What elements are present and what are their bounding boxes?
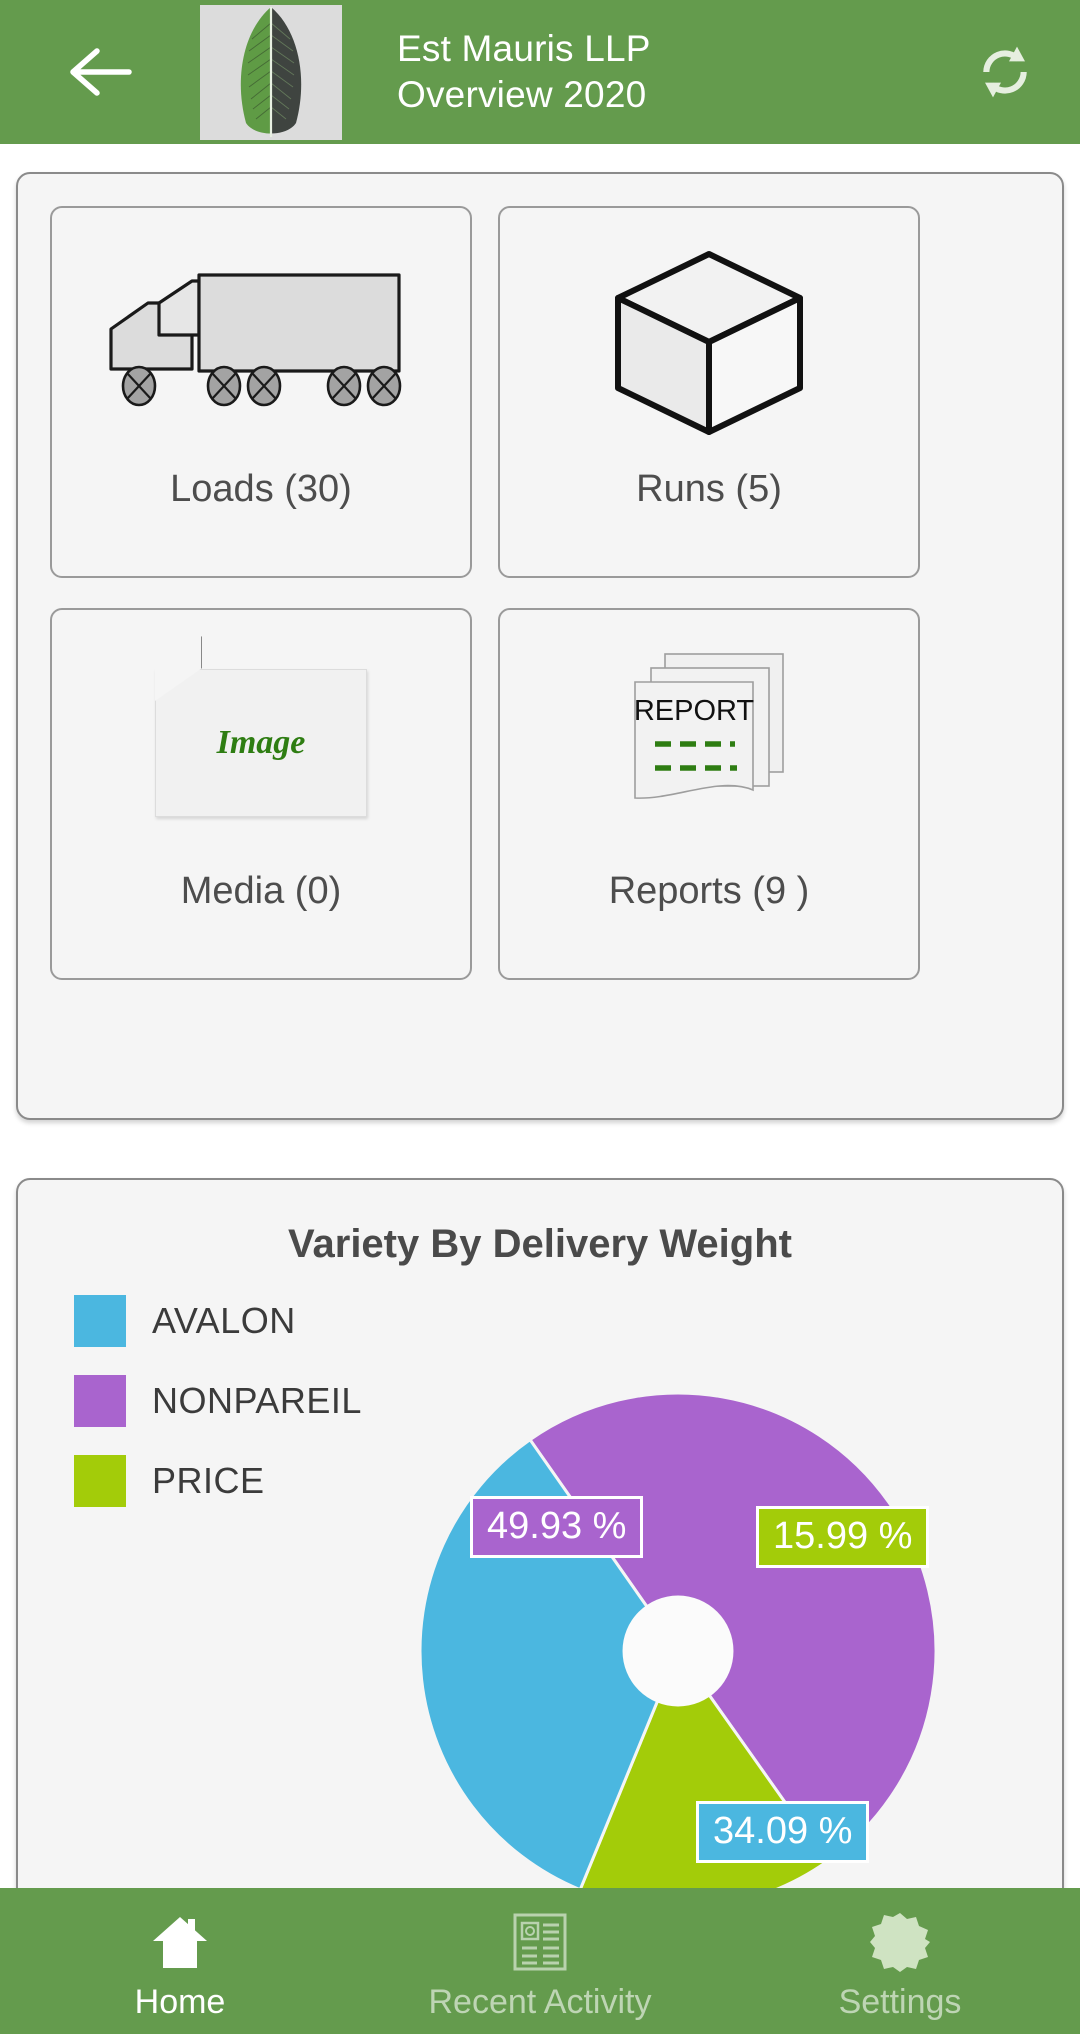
- chart-title: Variety By Delivery Weight: [288, 1222, 792, 1266]
- nav-item-settings[interactable]: Settings: [720, 1888, 1080, 2034]
- nav-label: Settings: [838, 1982, 962, 2021]
- pie-chart[interactable]: 49.93 % 15.99 % 34.09 %: [416, 1346, 1006, 1946]
- donut-hole: [622, 1595, 734, 1707]
- tile-media[interactable]: Image Media (0): [50, 608, 472, 980]
- legend-label: AVALON: [152, 1300, 296, 1341]
- nav-label: Home: [134, 1982, 226, 2021]
- refresh-icon: [983, 46, 1027, 98]
- app-screen: Est Mauris LLP Overview 2020 Loads (30) …: [0, 0, 1080, 2034]
- tile-reports[interactable]: REPORT Reports (9 ): [498, 608, 920, 980]
- page-subtitle: Overview 2020: [397, 74, 647, 115]
- legend-item[interactable]: PRICE: [74, 1450, 362, 1512]
- refresh-button[interactable]: [930, 0, 1080, 144]
- tile-label: Loads (30): [170, 468, 352, 510]
- chart-legend: AVALON NONPAREIL PRICE: [74, 1290, 362, 1530]
- image-placeholder-text: Image: [216, 724, 306, 761]
- header-titles: Est Mauris LLP Overview 2020: [342, 26, 930, 118]
- legend-label: PRICE: [152, 1460, 265, 1501]
- slice-value-label: 49.93 %: [470, 1496, 644, 1558]
- tile-runs[interactable]: Runs (5): [498, 206, 920, 578]
- back-button[interactable]: [0, 0, 200, 144]
- tile-loads[interactable]: Loads (30): [50, 206, 472, 578]
- leaf-logo-icon: [200, 4, 342, 140]
- article-list-icon: [511, 1911, 569, 1973]
- summary-tiles-grid: Loads (30) Runs (5) Image Media (0) REPO…: [50, 206, 1030, 980]
- reports-stack-icon: REPORT: [500, 618, 918, 868]
- home-icon: [150, 1911, 210, 1973]
- tile-label: Runs (5): [636, 468, 782, 510]
- leaf-logo: [200, 4, 342, 140]
- cube-icon: [500, 216, 918, 466]
- truck-icon: [52, 216, 470, 466]
- legend-item[interactable]: NONPAREIL: [74, 1370, 362, 1432]
- nav-label: Recent Activity: [428, 1982, 652, 2021]
- bottom-navigation: Home Recent Activity Settings: [0, 1888, 1080, 2034]
- svg-text:REPORT: REPORT: [634, 695, 755, 727]
- tile-label: Media (0): [180, 870, 342, 912]
- arrow-left-icon: [70, 48, 132, 96]
- chart-panel: Variety By Delivery Weight AVALON NONPAR…: [16, 1178, 1064, 1968]
- legend-label: NONPAREIL: [152, 1380, 362, 1421]
- legend-swatch-icon: [74, 1375, 126, 1427]
- slice-value-label: 34.09 %: [696, 1801, 870, 1863]
- tile-label: Reports (9 ): [608, 870, 810, 912]
- app-header: Est Mauris LLP Overview 2020: [0, 0, 1080, 144]
- legend-swatch-icon: [74, 1295, 126, 1347]
- legend-swatch-icon: [74, 1455, 126, 1507]
- nav-item-home[interactable]: Home: [0, 1888, 360, 2034]
- nav-item-recent-activity[interactable]: Recent Activity: [360, 1888, 720, 2034]
- slice-value-label: 15.99 %: [756, 1506, 930, 1568]
- legend-item[interactable]: AVALON: [74, 1290, 362, 1352]
- gear-icon: [869, 1911, 931, 1973]
- image-placeholder-icon: Image: [52, 618, 470, 868]
- page-title: Est Mauris LLP: [397, 28, 651, 69]
- summary-tiles-panel: Loads (30) Runs (5) Image Media (0) REPO…: [16, 172, 1064, 1120]
